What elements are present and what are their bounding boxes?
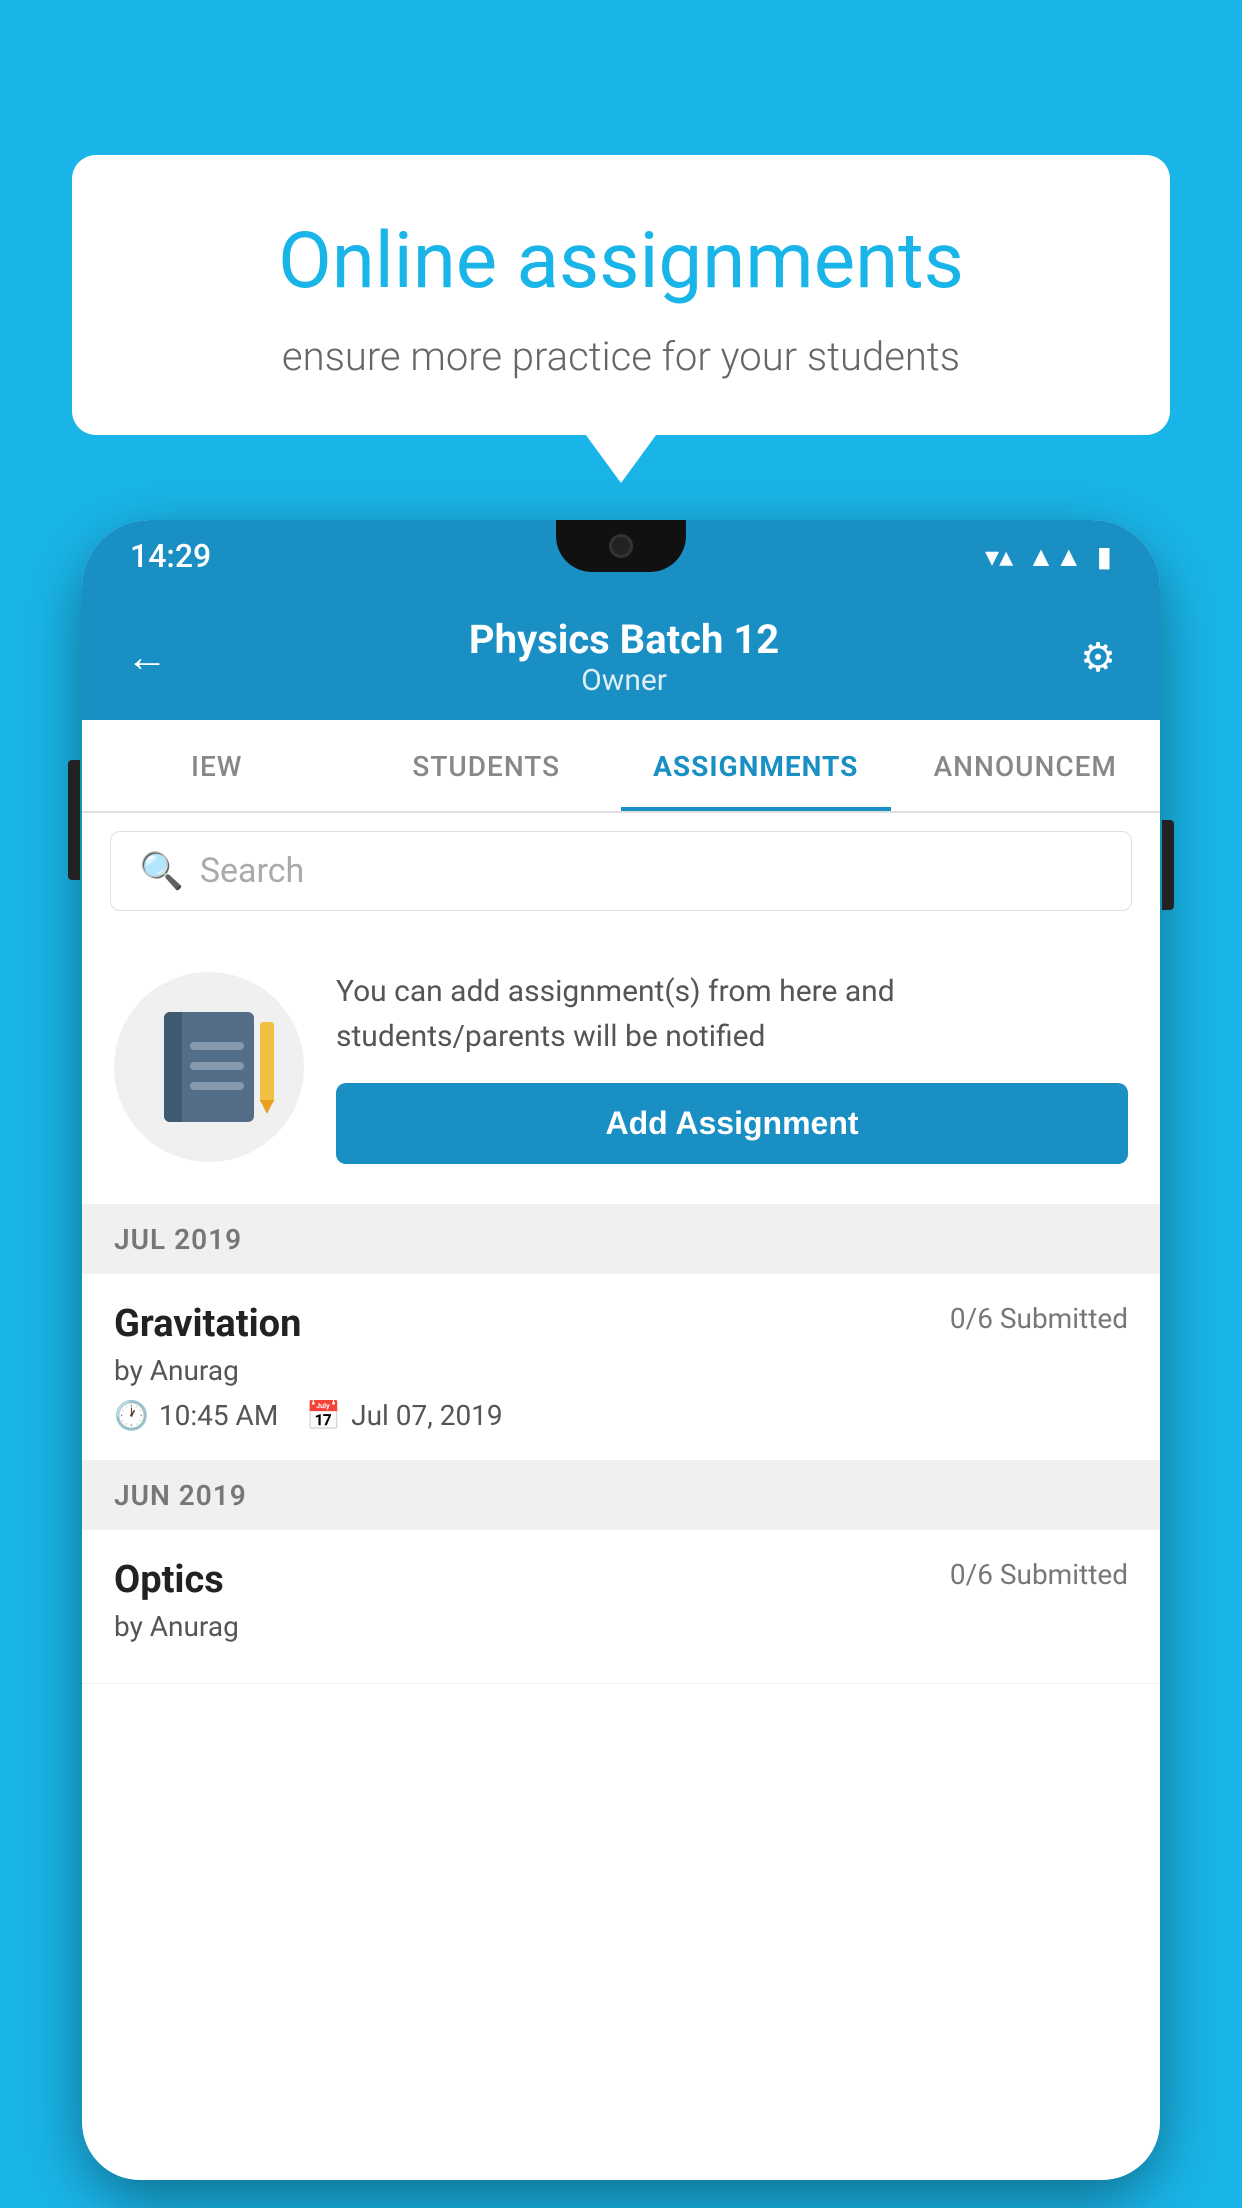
notebook-line3	[190, 1082, 244, 1090]
assignment-meta-gravitation: 🕐 10:45 AM 📅 Jul 07, 2019	[114, 1399, 1128, 1432]
settings-icon[interactable]: ⚙	[1080, 634, 1116, 681]
notebook-spine	[164, 1012, 182, 1122]
tabs-bar: IEW STUDENTS ASSIGNMENTS ANNOUNCEM	[82, 720, 1160, 813]
add-assignment-right: You can add assignment(s) from here and …	[336, 969, 1128, 1164]
assignment-by-gravitation: by Anurag	[114, 1354, 1128, 1387]
status-icons: ▾▴ ▲▲ ▮	[985, 540, 1112, 573]
section-header-jul: JUL 2019	[82, 1205, 1160, 1274]
assignment-time-gravitation: 10:45 AM	[159, 1399, 278, 1432]
header-title-group: Physics Batch 12 Owner	[469, 616, 779, 698]
assignment-item-optics-row1: Optics 0/6 Submitted	[114, 1558, 1128, 1602]
assignment-item-optics[interactable]: Optics 0/6 Submitted by Anurag	[82, 1530, 1160, 1684]
signal-icon: ▲▲	[1027, 540, 1082, 573]
assignment-by-optics: by Anurag	[114, 1610, 1128, 1643]
assignment-submitted-gravitation: 0/6 Submitted	[950, 1302, 1128, 1335]
search-bar[interactable]: 🔍 Search	[110, 831, 1132, 911]
meta-date-gravitation: 📅 Jul 07, 2019	[306, 1399, 502, 1432]
calendar-icon: 📅	[306, 1399, 341, 1432]
header-title: Physics Batch 12	[469, 616, 779, 663]
pencil-icon	[260, 1022, 274, 1102]
speech-bubble: Online assignments ensure more practice …	[72, 155, 1170, 435]
notch-camera	[609, 534, 633, 558]
search-container: 🔍 Search	[82, 813, 1160, 929]
assignment-title-gravitation: Gravitation	[114, 1302, 301, 1346]
speech-bubble-subtitle: ensure more practice for your students	[142, 333, 1100, 380]
battery-icon: ▮	[1097, 540, 1112, 573]
section-month-jun: JUN 2019	[114, 1479, 247, 1512]
assignment-submitted-optics: 0/6 Submitted	[950, 1558, 1128, 1591]
phone-outer: 14:29 ▾▴ ▲▲ ▮ ← Physics Batch 12 Owner ⚙	[82, 520, 1160, 2180]
search-icon: 🔍	[139, 850, 184, 892]
section-month-jul: JUL 2019	[114, 1223, 242, 1256]
status-time: 14:29	[130, 537, 211, 575]
add-assignment-section: You can add assignment(s) from here and …	[82, 929, 1160, 1205]
app-header: ← Physics Batch 12 Owner ⚙	[82, 592, 1160, 720]
header-subtitle: Owner	[469, 663, 779, 698]
assignment-item-gravitation[interactable]: Gravitation 0/6 Submitted by Anurag 🕐 10…	[82, 1274, 1160, 1461]
tab-students[interactable]: STUDENTS	[352, 720, 622, 811]
speech-bubble-title: Online assignments	[142, 215, 1100, 309]
notebook-line2	[190, 1062, 244, 1070]
meta-time-gravitation: 🕐 10:45 AM	[114, 1399, 278, 1432]
clock-icon: 🕐	[114, 1399, 149, 1432]
tab-announcements[interactable]: ANNOUNCEM	[891, 720, 1161, 811]
speech-bubble-container: Online assignments ensure more practice …	[72, 155, 1170, 435]
tab-iew[interactable]: IEW	[82, 720, 352, 811]
assignment-title-optics: Optics	[114, 1558, 224, 1602]
notebook-icon	[164, 1012, 254, 1122]
assignment-item-row1: Gravitation 0/6 Submitted	[114, 1302, 1128, 1346]
assignment-icon-circle	[114, 972, 304, 1162]
wifi-icon: ▾▴	[985, 540, 1013, 573]
add-assignment-button[interactable]: Add Assignment	[336, 1083, 1128, 1164]
phone-mockup: 14:29 ▾▴ ▲▲ ▮ ← Physics Batch 12 Owner ⚙	[82, 520, 1160, 2208]
pencil-tip	[260, 1100, 274, 1114]
section-header-jun: JUN 2019	[82, 1461, 1160, 1530]
add-assignment-description: You can add assignment(s) from here and …	[336, 969, 1128, 1059]
phone-screen: 14:29 ▾▴ ▲▲ ▮ ← Physics Batch 12 Owner ⚙	[82, 520, 1160, 2180]
tab-assignments[interactable]: ASSIGNMENTS	[621, 720, 891, 811]
assignment-date-gravitation: Jul 07, 2019	[351, 1399, 503, 1432]
notebook-line1	[190, 1042, 244, 1050]
notch	[556, 520, 686, 572]
status-bar: 14:29 ▾▴ ▲▲ ▮	[82, 520, 1160, 592]
assignment-icon-inner	[164, 1012, 254, 1122]
back-button[interactable]: ←	[126, 633, 168, 682]
search-placeholder: Search	[200, 851, 304, 891]
